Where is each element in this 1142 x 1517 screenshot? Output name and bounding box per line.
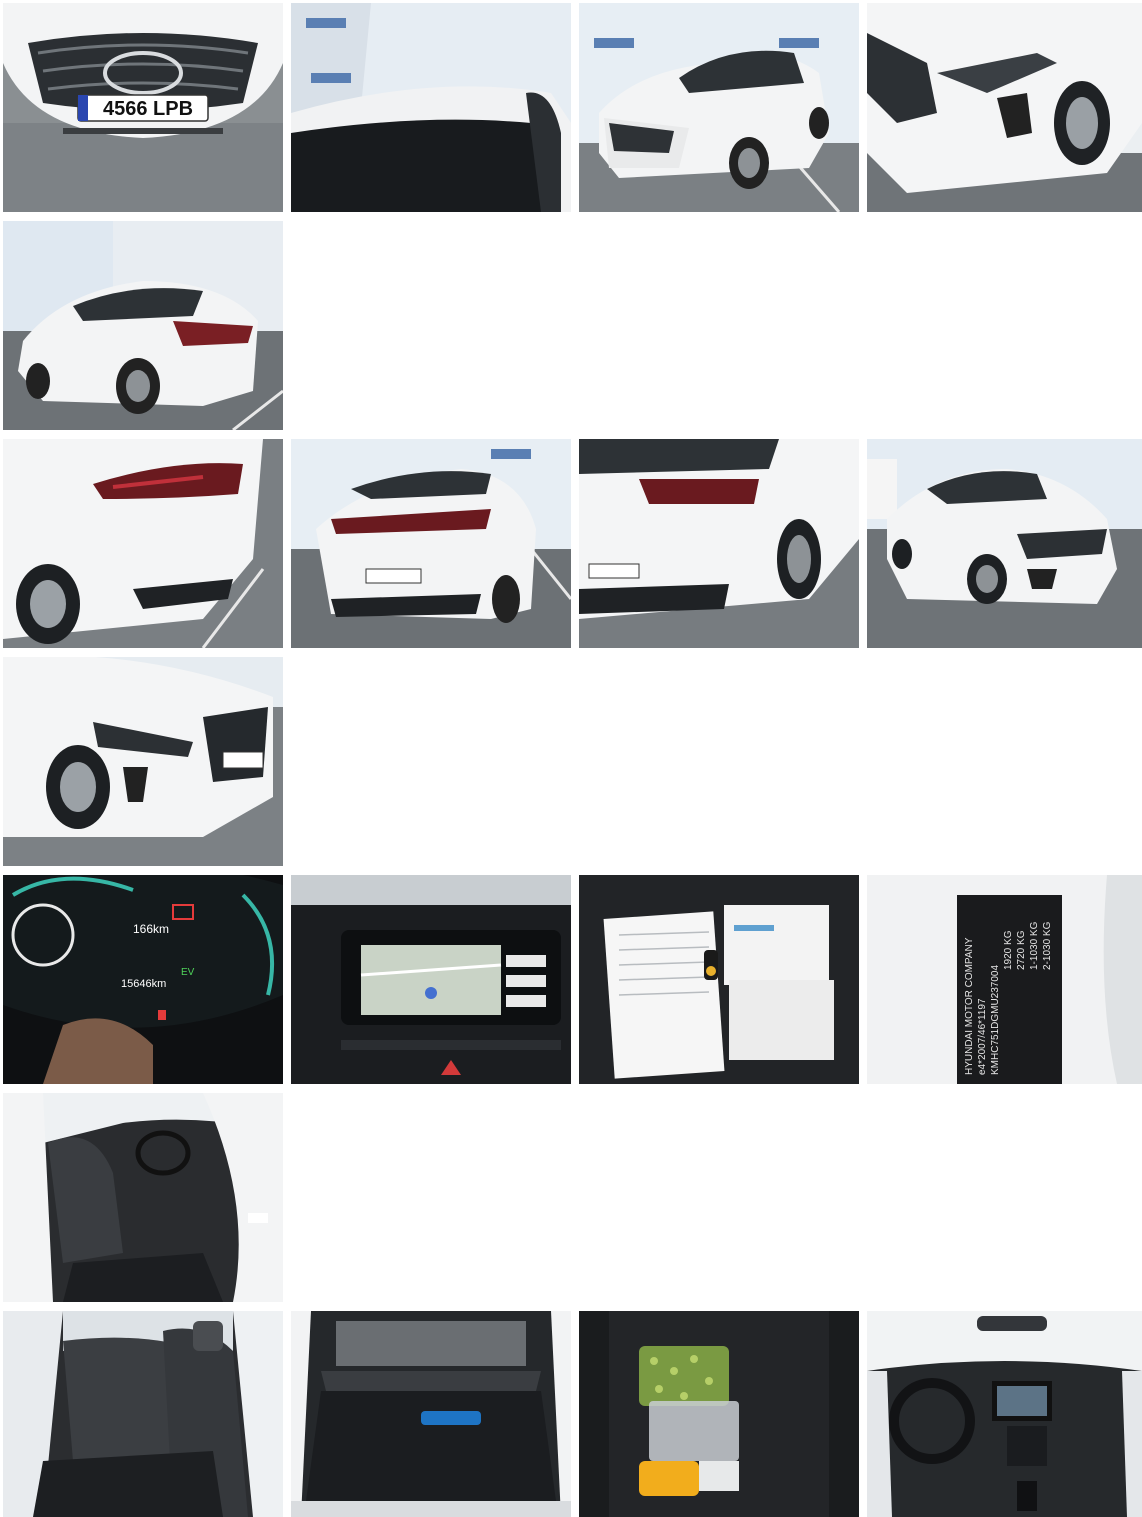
photo-trunk[interactable]	[291, 1311, 571, 1517]
vin-label-line-5: 2720 KG	[1016, 930, 1027, 970]
range-readout: 166km	[133, 922, 169, 936]
charging-cable-bag-image	[579, 1311, 859, 1517]
rear-seats-image	[3, 1311, 283, 1517]
photo-front-grille[interactable]: 4566 LPB	[3, 3, 283, 212]
front-interior-image	[3, 1093, 283, 1302]
photo-front-right-closeup[interactable]	[867, 3, 1142, 212]
dashboard-image	[867, 1311, 1142, 1517]
photo-gallery: 4566 LPB 166km 15646km EV HYUNDAI MOTOR …	[0, 0, 1142, 1517]
photo-dashboard[interactable]	[867, 1311, 1142, 1517]
photo-rear-right-closeup[interactable]	[579, 439, 859, 648]
photo-rear-left-three-quarter[interactable]	[3, 221, 283, 430]
photo-front-interior[interactable]	[3, 1093, 283, 1302]
vin-label-line-4: 1920 KG	[1003, 930, 1014, 970]
photo-charging-cable-bag[interactable]	[579, 1311, 859, 1517]
documents-keys-image	[579, 875, 859, 1084]
rear-right-closeup-image	[579, 439, 859, 648]
trunk-image	[291, 1311, 571, 1517]
roof-closeup-image	[291, 3, 571, 212]
photo-rear-left-closeup[interactable]	[3, 439, 283, 648]
photo-documents-keys[interactable]	[579, 875, 859, 1084]
odometer-readout: 15646km	[121, 978, 166, 990]
photo-roof-closeup[interactable]	[291, 3, 571, 212]
rear-left-closeup-image	[3, 439, 283, 648]
photo-vin-label[interactable]: HYUNDAI MOTOR COMPANY e4*2007/46*1197 KM…	[867, 875, 1142, 1084]
photo-front-three-quarter[interactable]	[579, 3, 859, 212]
photo-rear-seats[interactable]	[3, 1311, 283, 1517]
rear-left-three-quarter-image	[3, 221, 283, 430]
photo-front-right-three-quarter[interactable]	[867, 439, 1142, 648]
front-right-three-quarter-image	[867, 439, 1142, 648]
front-grille-image: 4566 LPB	[3, 3, 283, 212]
photo-infotainment[interactable]	[291, 875, 571, 1084]
photo-instrument-cluster[interactable]: 166km 15646km EV	[3, 875, 283, 1084]
ev-indicator: EV	[181, 967, 195, 978]
front-right-closeup-image	[867, 3, 1142, 212]
photo-front-left-closeup[interactable]	[3, 657, 283, 866]
photo-rear-view[interactable]	[291, 439, 571, 648]
infotainment-image	[291, 875, 571, 1084]
front-three-quarter-image	[579, 3, 859, 212]
vin-label-line-3: KMHC751DGMU237004	[990, 965, 1001, 1075]
vin-label-line-7: 2-1030 KG	[1042, 921, 1053, 970]
vin-label-line-1: HYUNDAI MOTOR COMPANY	[964, 937, 975, 1075]
rear-view-image	[291, 439, 571, 648]
vin-label-line-2: e4*2007/46*1197	[977, 998, 988, 1075]
instrument-cluster-image: 166km 15646km EV	[3, 875, 283, 1084]
front-left-closeup-image	[3, 657, 283, 866]
plate-number: 4566 LPB	[103, 98, 193, 120]
vin-label-image: HYUNDAI MOTOR COMPANY e4*2007/46*1197 KM…	[867, 875, 1142, 1084]
vin-label-line-6: 1-1030 KG	[1029, 921, 1040, 970]
